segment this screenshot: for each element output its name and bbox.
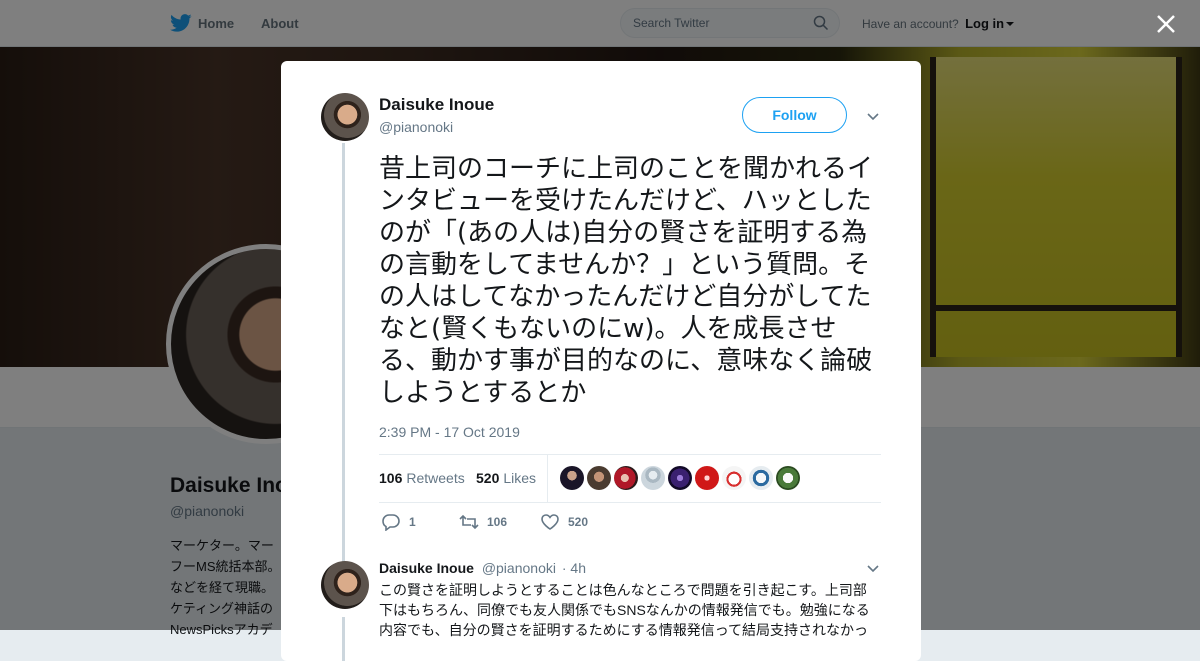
author-name[interactable]: Daisuke Inoue	[379, 95, 494, 115]
reply-icon	[382, 514, 400, 531]
tweet-actions: 1 106 520	[379, 513, 881, 535]
thread-line	[342, 143, 345, 563]
reply-author: Daisuke Inoue @pianonoki · 4h	[379, 560, 586, 576]
liker-avatar[interactable]	[641, 466, 665, 490]
like-count: 520	[568, 515, 589, 529]
liker-avatar[interactable]	[560, 466, 584, 490]
liker-avatar[interactable]	[695, 466, 719, 490]
likes-count: 520	[476, 470, 500, 486]
reply-button[interactable]: 1	[381, 513, 416, 531]
like-button[interactable]: 520	[540, 513, 588, 531]
reply-author-handle[interactable]: @pianonoki	[482, 560, 556, 576]
chevron-down-icon[interactable]	[866, 561, 880, 575]
retweet-icon	[459, 514, 479, 530]
thread-line	[342, 617, 345, 661]
liker-avatar[interactable]	[749, 466, 773, 490]
retweets-stat[interactable]: 106 Retweets	[379, 470, 465, 486]
liker-avatar[interactable]	[722, 466, 746, 490]
retweet-button[interactable]: 106	[459, 513, 507, 531]
liker-avatar[interactable]	[776, 466, 800, 490]
liker-avatar[interactable]	[668, 466, 692, 490]
reply-author-name[interactable]: Daisuke Inoue	[379, 560, 474, 576]
reply-text: この賢さを証明しようとすることは色んなところで問題を引き起こす。上司部下はもちろ…	[379, 582, 870, 638]
reply-time[interactable]: · 4h	[562, 560, 586, 576]
close-icon[interactable]	[1154, 12, 1178, 36]
retweets-label: Retweets	[406, 470, 465, 486]
follow-button[interactable]: Follow	[742, 97, 847, 133]
reply-count: 1	[409, 515, 416, 529]
likes-stat[interactable]: 520 Likes	[476, 470, 536, 486]
like-icon	[541, 514, 559, 530]
retweet-count: 106	[487, 515, 508, 529]
tweet-stats: 106 Retweets 520 Likes	[379, 454, 881, 503]
stats-divider	[547, 455, 548, 502]
author-avatar[interactable]	[321, 93, 369, 141]
author-handle[interactable]: @pianonoki	[379, 119, 453, 135]
liker-avatars	[560, 466, 800, 490]
likes-label: Likes	[503, 470, 537, 486]
liker-avatar[interactable]	[614, 466, 638, 490]
retweets-count: 106	[379, 470, 403, 486]
liker-avatar[interactable]	[587, 466, 611, 490]
tweet-modal: Daisuke Inoue @pianonoki Follow 昔上司のコーチに…	[281, 61, 921, 661]
tweet-timestamp[interactable]: 2:39 PM - 17 Oct 2019	[379, 424, 520, 440]
reply-author-avatar[interactable]	[321, 561, 369, 609]
chevron-down-icon[interactable]	[866, 109, 880, 123]
tweet-text: 昔上司のコーチに上司のことを聞かれるインタビューを受けたんだけど、ハッとしたのが…	[379, 154, 874, 408]
